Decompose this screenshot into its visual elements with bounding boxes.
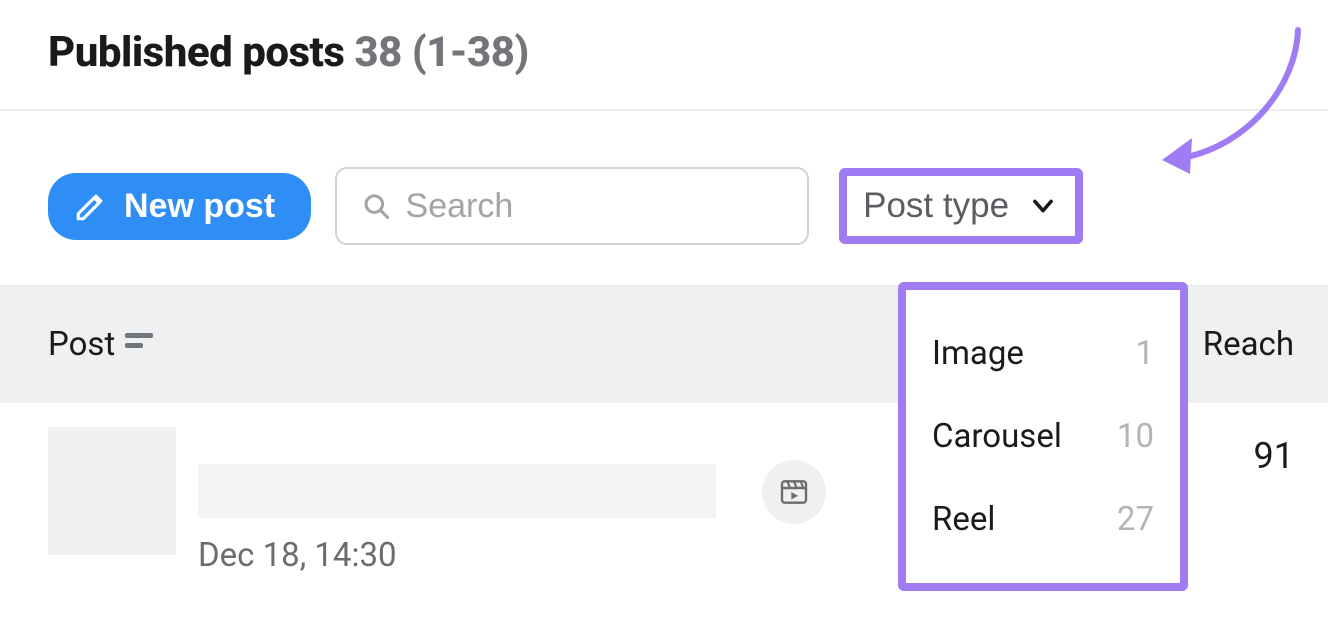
new-post-label: New post [124,187,275,226]
annotation-arrow [1130,10,1320,200]
clapperboard-icon [778,476,810,508]
dropdown-item-label: Reel [932,500,995,539]
search-icon [361,189,391,223]
post-type-dropdown-panel: Image 1 Carousel 10 Reel 27 [898,282,1188,591]
search-input-wrapper[interactable] [335,167,809,245]
dropdown-item-label: Image [932,334,1024,373]
column-header-post-label: Post [48,325,115,364]
page-header: Published posts 38 (1-38) [0,0,1328,111]
reach-value: 91 [1254,427,1294,477]
column-header-post[interactable]: Post [48,325,155,364]
dropdown-item-image[interactable]: Image 1 [916,312,1170,395]
dropdown-item-count: 10 [1117,417,1154,456]
new-post-button[interactable]: New post [48,173,311,240]
toolbar: New post Post type [0,111,1328,285]
pencil-icon [74,189,108,223]
media-type-badge [762,460,826,524]
dropdown-item-count: 27 [1117,500,1154,539]
page-title: Published posts 38 (1-38) [48,28,1280,77]
chevron-down-icon [1029,192,1057,220]
search-input[interactable] [406,187,784,226]
column-header-reach-label: Reach [1203,325,1294,364]
post-type-dropdown-button[interactable]: Post type [849,180,1073,232]
dropdown-item-label: Carousel [932,417,1062,456]
post-thumbnail [48,427,176,555]
column-header-reach[interactable]: Reach [1203,325,1294,364]
post-type-filter-highlight: Post type [839,168,1083,244]
dropdown-item-carousel[interactable]: Carousel 10 [916,395,1170,478]
post-timestamp: Dec 18, 14:30 [198,536,397,575]
page-title-count: 38 (1-38) [354,28,528,77]
page-title-text: Published posts [48,28,344,77]
post-type-label: Post type [863,186,1009,226]
dropdown-item-reel[interactable]: Reel 27 [916,478,1170,561]
dropdown-item-count: 1 [1135,334,1154,373]
post-title-placeholder [198,464,716,518]
sort-icon [125,325,155,364]
